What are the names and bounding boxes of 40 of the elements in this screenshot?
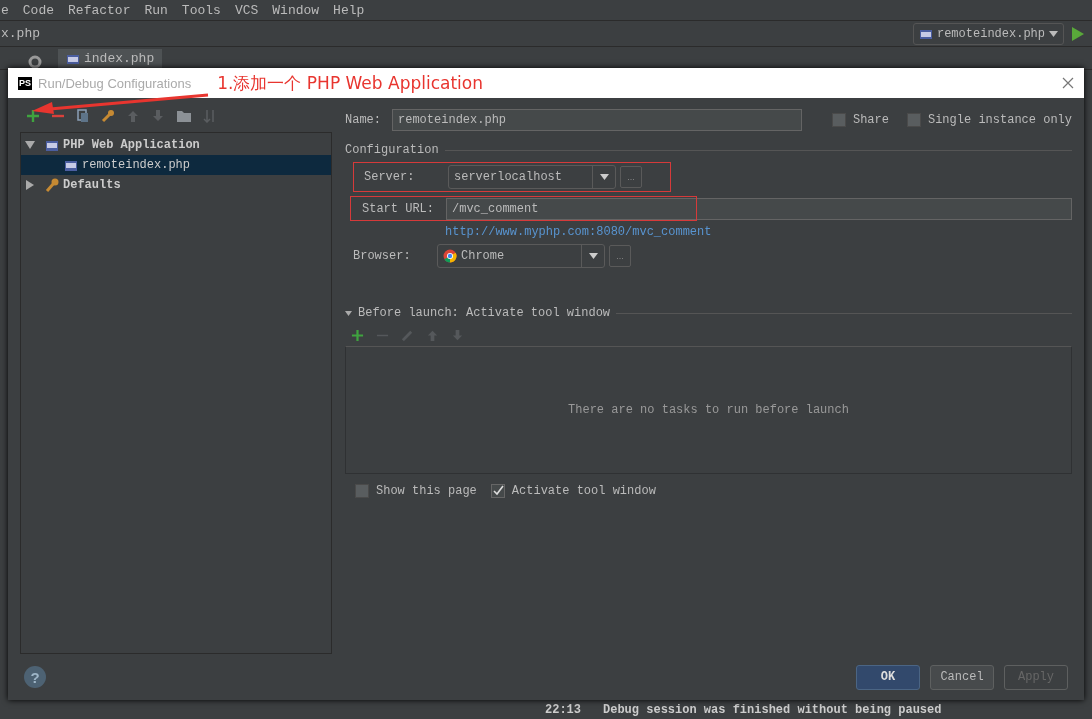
server-dropdown[interactable]: serverlocalhost [448, 165, 616, 189]
browser-dropdown[interactable]: Chrome [437, 244, 605, 268]
browse-button[interactable]: ... [620, 166, 642, 188]
url-link[interactable]: http://www.myphp.com:8080/mvc_comment [445, 225, 1072, 239]
single-instance-checkbox[interactable]: Single instance only [906, 113, 1072, 127]
tree-item[interactable]: remoteindex.php [21, 155, 331, 175]
start-url-label: Start URL: [362, 202, 435, 216]
menu-item[interactable]: e [1, 2, 9, 18]
log-time: 22:13 [545, 703, 581, 717]
empty-message: There are no tasks to run before launch [568, 403, 849, 417]
menu-item[interactable]: Window [272, 2, 320, 18]
breadcrumb[interactable]: x.php [1, 26, 40, 41]
server-label: Server: [364, 170, 416, 184]
annotation-text: 1.添加一个 PHP Web Application [217, 71, 483, 95]
help-button[interactable]: ? [24, 666, 46, 688]
browser-label: Browser: [353, 249, 412, 263]
name-label: Name: [345, 113, 381, 127]
app-logo: PS [18, 76, 32, 90]
tree-item[interactable]: Defaults [21, 175, 331, 195]
browse-button[interactable]: ... [609, 245, 631, 267]
section-title: Before launch: Activate tool window [358, 306, 611, 320]
log-message: Debug session was finished without being paused [603, 703, 942, 717]
start-url-field[interactable]: /mvc_comment [446, 198, 1072, 220]
menu-item[interactable]: Help [333, 2, 365, 18]
run-config-dropdown[interactable]: remoteindex.php [912, 22, 1064, 45]
tree-item[interactable]: PHP Web Application [21, 135, 331, 155]
activate-window-checkbox[interactable]: Activate tool window [490, 484, 656, 498]
name-field[interactable]: remoteindex.php [392, 109, 802, 131]
menu-item[interactable]: Code [22, 2, 55, 18]
menu-item[interactable]: Run [144, 2, 168, 18]
dialog-button[interactable]: OK [856, 664, 920, 690]
dialog-button[interactable]: Cancel [930, 664, 994, 690]
menu-item[interactable]: Refactor [68, 2, 131, 18]
dialog-title: Run/Debug Configurations [38, 75, 192, 91]
menu-item[interactable]: Tools [181, 2, 221, 18]
section-title: Configuration [345, 143, 439, 157]
share-checkbox[interactable]: Share [831, 113, 889, 127]
menu-item[interactable]: VCS [234, 2, 259, 18]
editor-tab[interactable]: index.php [58, 49, 163, 69]
show-page-checkbox[interactable]: Show this page [355, 484, 477, 498]
